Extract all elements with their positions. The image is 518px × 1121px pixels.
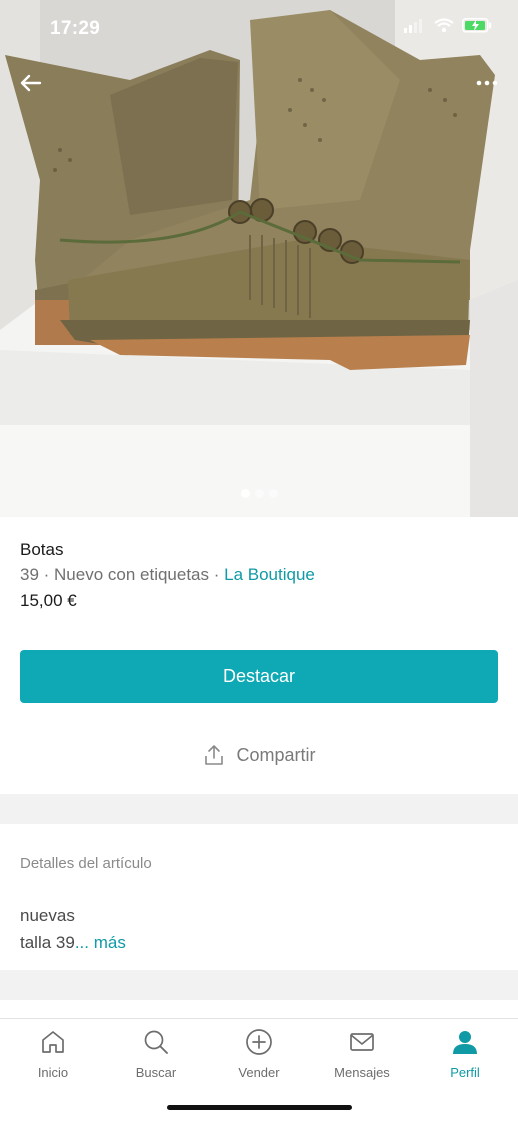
more-link[interactable]: ... más xyxy=(75,933,126,952)
product-photo[interactable]: 17:29 xyxy=(0,0,518,517)
search-icon xyxy=(144,1030,168,1054)
section-divider xyxy=(0,970,518,1000)
status-bar: 17:29 xyxy=(0,0,518,56)
tab-mensajes[interactable]: Mensajes xyxy=(310,1027,414,1080)
item-meta: 39 · Nuevo con etiquetas · La Boutique xyxy=(20,565,315,585)
boots-image xyxy=(0,0,518,517)
details-heading: Detalles del artículo xyxy=(20,855,152,872)
description-line-2: talla 39... más xyxy=(20,933,126,953)
tab-label: Mensajes xyxy=(334,1065,390,1080)
item-meta-text: 39 · Nuevo con etiquetas · xyxy=(20,565,225,584)
carousel-indicator xyxy=(0,489,518,498)
tab-perfil[interactable]: Perfil xyxy=(413,1027,517,1080)
home-indicator xyxy=(167,1105,352,1110)
signal-icon xyxy=(404,18,422,33)
tab-label: Perfil xyxy=(450,1065,480,1080)
item-title: Botas xyxy=(20,540,64,559)
share-label: Compartir xyxy=(236,744,316,765)
tab-label: Buscar xyxy=(135,1065,177,1080)
carousel-dot-2[interactable] xyxy=(254,489,264,498)
highlight-button[interactable]: Destacar xyxy=(20,650,498,703)
status-time: 17:29 xyxy=(50,18,101,39)
tab-buscar[interactable]: Buscar xyxy=(104,1027,208,1080)
brand-link[interactable]: La Boutique xyxy=(224,565,315,584)
share-button[interactable]: Compartir xyxy=(0,743,518,767)
more-options-button[interactable] xyxy=(470,66,504,100)
mail-icon xyxy=(350,1033,374,1051)
tab-vender[interactable]: Vender xyxy=(207,1027,311,1080)
carousel-dot-3[interactable] xyxy=(268,489,278,498)
plus-circle-icon xyxy=(246,1029,272,1055)
home-icon xyxy=(42,1031,64,1053)
tab-inicio[interactable]: Inicio xyxy=(1,1027,105,1080)
section-divider xyxy=(0,794,518,824)
carousel-dot-1[interactable] xyxy=(240,489,250,498)
battery-charging-icon xyxy=(462,18,492,33)
arrow-left-icon xyxy=(20,74,42,92)
more-horizontal-icon xyxy=(476,80,498,86)
wifi-icon xyxy=(434,18,454,33)
status-icons xyxy=(404,18,492,33)
tab-label: Vender xyxy=(238,1065,280,1080)
description-line-1: nuevas xyxy=(20,906,75,925)
description-text: talla 39 xyxy=(20,933,75,952)
back-button[interactable] xyxy=(14,66,48,100)
item-price: 15,00 € xyxy=(20,591,77,610)
tab-label: Inicio xyxy=(37,1065,69,1080)
share-icon xyxy=(205,745,224,765)
profile-icon xyxy=(453,1031,477,1054)
